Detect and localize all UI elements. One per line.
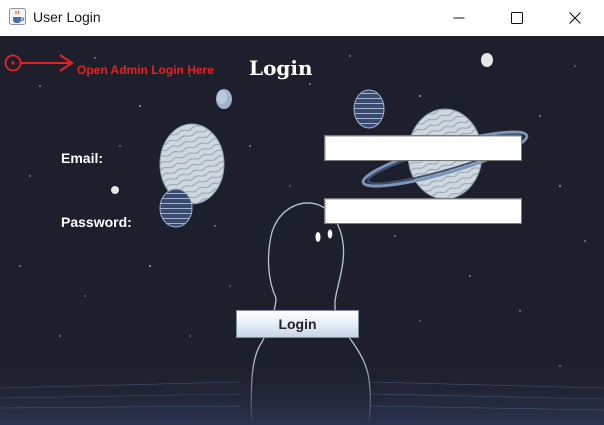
admin-login-hint: Open Admin Login Here — [77, 63, 214, 77]
login-button[interactable]: Login — [236, 310, 359, 338]
space-background — [0, 36, 604, 425]
planet-mid-right — [353, 89, 385, 129]
horizon-glow — [0, 356, 604, 425]
minimize-button[interactable] — [430, 0, 488, 36]
close-button[interactable] — [546, 0, 604, 36]
moon-small — [216, 89, 232, 109]
person-highlight — [315, 232, 321, 242]
login-panel: Open Admin Login Here Login Email: Passw… — [0, 36, 604, 425]
title-bar[interactable]: User Login — [0, 0, 604, 36]
email-field[interactable] — [324, 135, 522, 161]
login-window: User Login Open Admin Login Here Login E… — [0, 0, 604, 425]
login-heading: Login — [249, 56, 313, 80]
close-icon — [569, 12, 581, 24]
password-label: Password: — [61, 214, 132, 230]
planet-small-left — [159, 188, 193, 228]
admin-radio-button[interactable] — [4, 54, 22, 72]
minimize-icon — [453, 17, 465, 19]
email-label: Email: — [61, 150, 104, 166]
window-title: User Login — [33, 9, 101, 25]
maximize-button[interactable] — [488, 0, 546, 36]
password-field[interactable] — [324, 198, 522, 224]
maximize-icon — [511, 12, 523, 24]
java-cup-icon — [9, 8, 26, 25]
